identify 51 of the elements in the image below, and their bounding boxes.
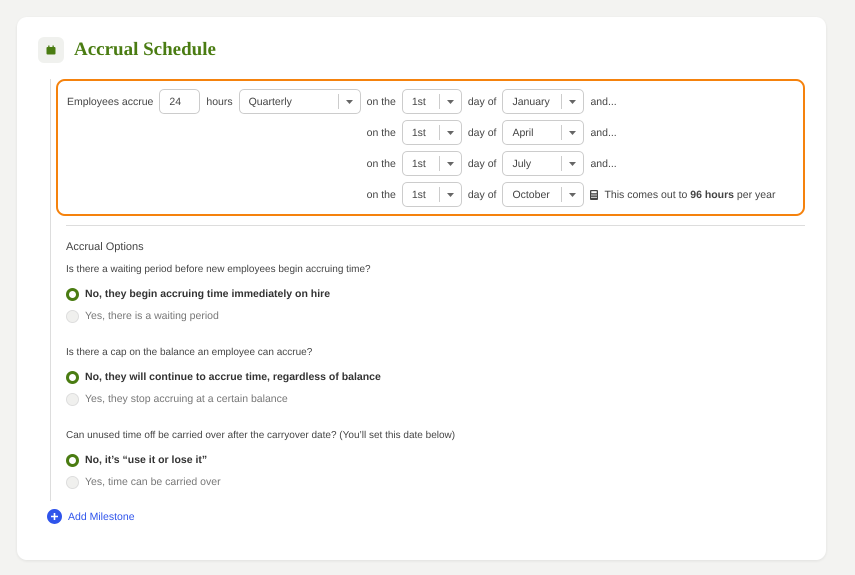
- caret-icon: [569, 100, 576, 104]
- day-of-label: day of: [468, 126, 496, 138]
- on-the-label: on the: [366, 158, 396, 170]
- frequency-select[interactable]: Quarterly: [238, 89, 361, 114]
- question-text: Can unused time off be carried over after the carryover date? (You’ll set this date below): [66, 430, 456, 441]
- month-select[interactable]: April: [502, 120, 584, 145]
- caret-icon: [569, 162, 576, 166]
- annual-total-text: This comes out to 96 hours per year: [604, 188, 776, 200]
- and-label: and...: [590, 158, 617, 170]
- day-select[interactable]: 1st: [402, 151, 462, 176]
- caret-icon: [569, 192, 576, 196]
- choice-label: Yes, there is a waiting period: [85, 310, 219, 322]
- caret-icon: [446, 100, 454, 104]
- hours-label: hours: [206, 96, 233, 108]
- caret-icon: [446, 130, 454, 134]
- calendar-icon: [38, 37, 64, 63]
- day-of-label: day of: [468, 158, 496, 170]
- caret-icon: [569, 130, 576, 134]
- month-select[interactable]: October: [502, 182, 584, 207]
- caret-icon: [346, 100, 353, 104]
- on-the-label: on the: [366, 96, 396, 108]
- choice-label: No, they begin accruing time immediately on hire: [85, 288, 330, 300]
- radio-button[interactable]: [66, 454, 79, 466]
- caret-icon: [446, 162, 454, 166]
- accrue-label: Employees accrue: [67, 96, 154, 108]
- on-the-label: on the: [366, 188, 396, 200]
- hours-input[interactable]: 24: [159, 89, 200, 114]
- question-text: Is there a cap on the balance an employee can accrue?: [66, 347, 314, 358]
- plus-icon: [47, 509, 62, 524]
- choice-label: Yes, they stop accruing at a certain balance: [85, 393, 288, 405]
- question-text: Is there a waiting period before new employees begin accruing time?: [66, 264, 372, 275]
- section-title: Accrual Schedule: [74, 39, 216, 61]
- radio-button[interactable]: [66, 370, 79, 384]
- add-milestone-button[interactable]: Add Milestone: [47, 509, 135, 524]
- month-select[interactable]: July: [502, 151, 584, 176]
- on-the-label: on the: [366, 126, 396, 138]
- day-of-label: day of: [468, 188, 496, 200]
- calculator-icon: [590, 190, 598, 200]
- day-select[interactable]: 1st: [402, 89, 462, 114]
- day-select[interactable]: 1st: [402, 120, 462, 145]
- choice-label: No, they will continue to accrue time, regardless of balance: [85, 371, 381, 383]
- radio-button[interactable]: [66, 288, 79, 300]
- choice-label: Yes, time can be carried over: [85, 476, 221, 488]
- and-label: and...: [590, 126, 617, 138]
- and-label: and...: [590, 96, 617, 108]
- caret-icon: [446, 192, 454, 196]
- day-select[interactable]: 1st: [402, 182, 462, 207]
- choice-label: No, it’s “use it or lose it”: [85, 454, 208, 466]
- day-of-label: day of: [468, 96, 496, 108]
- month-select[interactable]: January: [502, 89, 584, 114]
- options-heading: Accrual Options: [66, 241, 145, 253]
